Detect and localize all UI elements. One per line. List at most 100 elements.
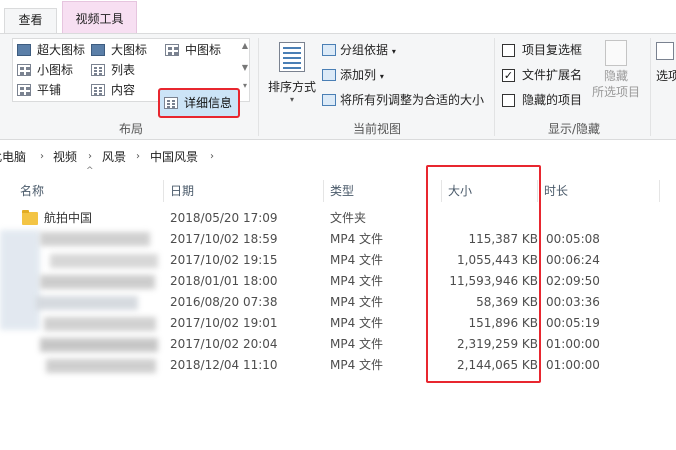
options-label: 选项 (656, 69, 676, 83)
add-column-icon (322, 69, 336, 81)
checkbox-unchecked-icon[interactable] (502, 94, 515, 107)
list-item[interactable]: 2017/10/02 19:15 MP4 文件 1,055,443 KB 00:… (0, 250, 676, 271)
file-duration: 01:00:00 (546, 337, 600, 351)
add-column-button[interactable]: 添加列 ▾ (322, 65, 384, 85)
file-duration: 00:03:36 (546, 295, 600, 309)
checkbox-checked-icon[interactable]: ✓ (502, 69, 515, 82)
layout-gallery-scroll[interactable]: ▲ ▼ ▾ (240, 40, 250, 100)
gallery-expand-icon[interactable]: ▾ (240, 80, 250, 92)
group-by-icon (322, 44, 336, 56)
column-header-type[interactable]: 类型 (324, 180, 442, 202)
chevron-right-icon[interactable]: › (88, 146, 92, 168)
layout-small-label: 小图标 (37, 63, 74, 77)
layout-content-label: 内容 (111, 83, 136, 97)
layout-tiles[interactable]: 平铺 (15, 81, 61, 99)
file-date: 2017/10/02 19:01 (170, 316, 278, 330)
layout-extra-large-label: 超大图标 (37, 43, 86, 57)
layout-details[interactable]: 详细信息 (162, 94, 232, 112)
file-duration: 00:06:24 (546, 253, 600, 267)
list-item[interactable]: 2018/12/04 11:10 MP4 文件 2,144,065 KB 01:… (0, 355, 676, 376)
options-icon (656, 42, 674, 60)
layout-medium-icons[interactable]: 中图标 (163, 41, 221, 59)
file-date: 2017/10/02 19:15 (170, 253, 278, 267)
layout-content[interactable]: 内容 (89, 81, 135, 99)
fit-columns-icon (322, 94, 336, 106)
extra-large-icons-icon (17, 44, 31, 56)
scroll-up-icon[interactable]: ▲ (240, 40, 250, 52)
sort-by-label: 排序方式 (267, 80, 316, 94)
layout-small-icons[interactable]: 小图标 (15, 61, 73, 79)
chevron-down-icon: ▾ (379, 72, 384, 81)
layout-details-selected[interactable]: 详细信息 (158, 88, 240, 118)
column-header-duration[interactable]: 时长 (538, 180, 660, 202)
chevron-down-icon: ▾ (391, 47, 396, 56)
hidden-items-toggle[interactable]: 隐藏的项目 (502, 90, 582, 110)
file-type: MP4 文件 (330, 274, 384, 288)
column-header-name[interactable]: 名称 (14, 180, 164, 202)
file-type: MP4 文件 (330, 295, 384, 309)
hide-document-icon (605, 40, 627, 66)
file-type: MP4 文件 (330, 316, 384, 330)
file-duration: 01:00:00 (546, 358, 600, 372)
add-column-label: 添加列 (340, 68, 377, 82)
hidden-items-label: 隐藏的项目 (522, 93, 583, 107)
layout-list[interactable]: 列表 (89, 61, 135, 79)
file-date: 2017/10/02 20:04 (170, 337, 278, 351)
details-icon (164, 97, 178, 109)
breadcrumb-this-pc[interactable]: 此电脑 (0, 146, 26, 168)
breadcrumb-scenery[interactable]: 风景 (102, 146, 126, 168)
file-duration: 02:09:50 (546, 274, 600, 288)
layout-extra-large-icons[interactable]: 超大图标 (15, 41, 85, 59)
content-icon (91, 84, 105, 96)
chevron-right-icon[interactable]: › (210, 146, 214, 168)
item-checkboxes-toggle[interactable]: 项目复选框 (502, 40, 582, 60)
file-duration: 00:05:08 (546, 232, 600, 246)
group-label-layout: 布局 (118, 122, 143, 136)
file-type: MP4 文件 (330, 358, 384, 372)
layout-medium-label: 中图标 (185, 43, 222, 57)
file-date: 2018/12/04 11:10 (170, 358, 278, 372)
layout-large-label: 大图标 (111, 43, 148, 57)
hide-label: 隐藏 (603, 69, 628, 83)
address-bar[interactable]: 此电脑 › 视频 › 风景 › 中国风景 › (0, 146, 676, 168)
tab-video-tools[interactable]: 视频工具 (62, 1, 137, 33)
list-item-folder[interactable]: 航拍中国 2018/05/20 17:09 文件夹 (0, 208, 676, 229)
group-divider (258, 38, 259, 136)
ribbon: 超大图标 大图标 中图标 小图标 列表 平铺 内容 详细信息 ▲ ▼ ▾ 布局 … (0, 33, 676, 140)
chevron-right-icon[interactable]: › (136, 146, 140, 168)
file-date: 2018/01/01 18:00 (170, 274, 278, 288)
chevron-right-icon[interactable]: › (40, 146, 44, 168)
sort-icon (279, 42, 305, 72)
list-item[interactable]: 2017/10/02 18:59 MP4 文件 115,387 KB 00:05… (0, 229, 676, 250)
group-label-current-view: 当前视图 (352, 122, 401, 136)
group-label-show-hide: 显示/隐藏 (547, 122, 601, 136)
checkbox-unchecked-icon[interactable] (502, 44, 515, 57)
tab-view[interactable]: 查看 (4, 8, 57, 33)
file-extensions-toggle[interactable]: ✓ 文件扩展名 (502, 65, 582, 85)
scroll-down-icon[interactable]: ▼ (240, 62, 250, 74)
medium-icons-icon (165, 44, 179, 56)
breadcrumb-china-scenery[interactable]: 中国风景 (150, 146, 198, 168)
column-header-date[interactable]: 日期 (164, 180, 324, 202)
ribbon-tab-strip: 查看 视频工具 (0, 0, 676, 33)
hide-selected-button[interactable]: 隐藏 所选项目 (590, 40, 642, 100)
group-by-button[interactable]: 分组依据 ▾ (322, 40, 396, 60)
tiles-icon (17, 84, 31, 96)
group-divider (494, 38, 495, 136)
file-type: 文件夹 (330, 211, 367, 225)
chevron-down-icon: ▾ (289, 95, 294, 104)
fit-columns-label: 将所有列调整为合适的大小 (340, 93, 485, 107)
file-extensions-label: 文件扩展名 (522, 68, 583, 82)
list-item[interactable]: 2017/10/02 19:01 MP4 文件 151,896 KB 00:05… (0, 313, 676, 334)
layout-large-icons[interactable]: 大图标 (89, 41, 147, 59)
layout-tiles-label: 平铺 (37, 83, 62, 97)
group-by-label: 分组依据 (340, 43, 389, 57)
file-name: 航拍中国 (44, 211, 93, 225)
list-item[interactable]: 2018/01/01 18:00 MP4 文件 11,593,946 KB 02… (0, 271, 676, 292)
sort-by-button[interactable]: 排序方式 ▾ (266, 42, 318, 112)
breadcrumb-videos[interactable]: 视频 (53, 146, 77, 168)
options-button[interactable]: 选项 (656, 42, 676, 84)
fit-columns-button[interactable]: 将所有列调整为合适的大小 (322, 90, 484, 110)
list-item[interactable]: 2017/10/02 20:04 MP4 文件 2,319,259 KB 01:… (0, 334, 676, 355)
list-item[interactable]: 2016/08/20 07:38 MP4 文件 58,369 KB 00:03:… (0, 292, 676, 313)
